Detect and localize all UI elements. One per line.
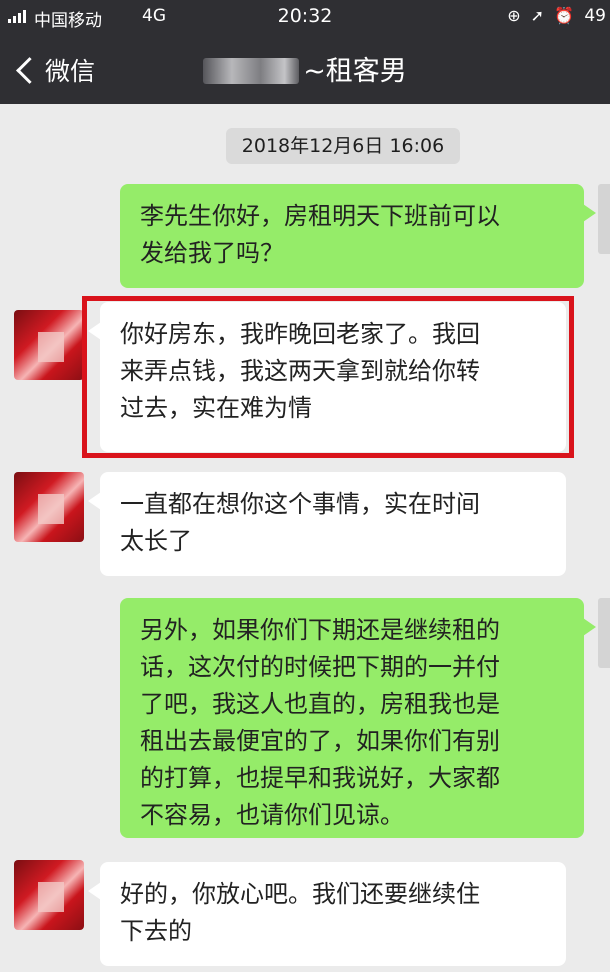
message-bubble-received[interactable]: 好的，你放心吧。我们还要继续住 下去的 (88, 862, 566, 966)
message-bubble-sent[interactable]: 李先生你好，房租明天下班前可以 发给我了吗？ (120, 184, 596, 288)
chat-area[interactable]: 2018年12月6日 16:06 李先生你好，房租明天下班前可以 发给我了吗？ … (0, 104, 610, 972)
self-avatar[interactable] (598, 184, 610, 254)
chat-title-text: ~租客男 (303, 56, 407, 87)
wechat-header: 中国移动 4G 20:32 ⊕ ➚ ⏰ 49 微信 ~租客男 (0, 0, 610, 104)
contact-avatar[interactable] (14, 472, 84, 542)
battery-level: 49 (584, 6, 606, 26)
self-avatar[interactable] (598, 598, 610, 668)
message-bubble-sent[interactable]: 另外，如果你们下期还是继续租的 话，这次付的时候把下期的一并付 了吧，我这人也直… (120, 598, 596, 838)
contact-avatar[interactable] (14, 860, 84, 930)
status-icons: ⊕ ➚ ⏰ (507, 6, 574, 25)
chat-title: ~租客男 (0, 49, 610, 88)
blurred-contact-name (203, 58, 300, 84)
location-arrow-icon: ➚ (530, 6, 545, 25)
message-timestamp: 2018年12月6日 16:06 (226, 128, 460, 164)
contact-avatar[interactable] (14, 310, 84, 380)
message-bubble-received[interactable]: 一直都在想你这个事情，实在时间 太长了 (88, 472, 566, 576)
status-bar: 中国移动 4G 20:32 ⊕ ➚ ⏰ 49 (0, 0, 610, 34)
alarm-lock-icon: ⊕ (507, 6, 521, 25)
alarm-clock-icon: ⏰ (554, 6, 574, 25)
message-bubble-received[interactable]: 你好房东，我昨晚回老家了。我回 来弄点钱，我这两天拿到就给你转 过去，实在难为情 (88, 302, 566, 452)
